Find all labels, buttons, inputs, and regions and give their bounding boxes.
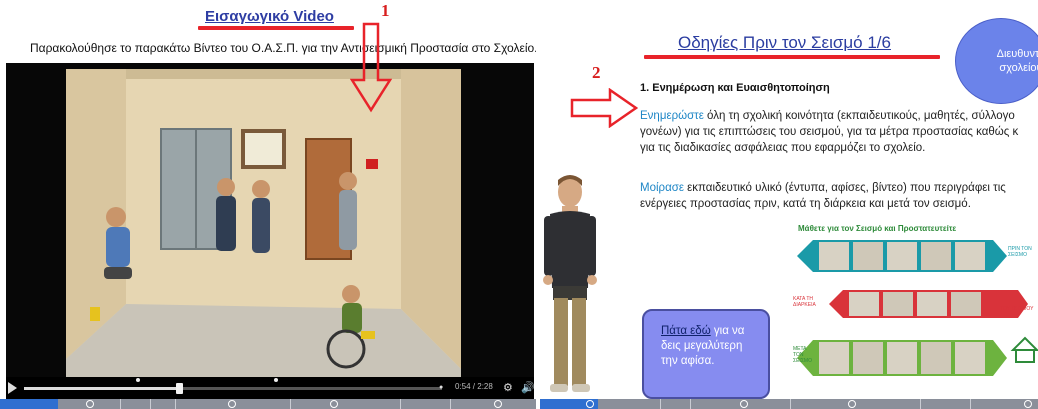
poster-label-during-2: ΤΟΥ ΣΕΙΣΜΟΥ (1000, 306, 1034, 312)
gear-icon[interactable]: ⚙ (503, 381, 513, 394)
timeline-tick (175, 399, 176, 409)
intro-video-slide: Εισαγωγικό Video 1 Παρακολούθησε το παρα… (0, 0, 536, 409)
poster-label-during: ΚΑΤΑ ΤΗ ΔΙΑΡΚΕΙΑ (793, 296, 816, 308)
player-controls: ● 0:54 / 2:28 ⚙ 🔊 (6, 377, 535, 399)
timeline-tick (400, 399, 401, 409)
timeline-tick (690, 399, 691, 409)
instructions-slide: Οδηγίες Πριν τον Σεισμό 1/6 Διευθυντή σχ… (540, 0, 1038, 409)
poster-link-text: Πάτα εδώ για να δεις μεγαλύτερη την αφίσ… (661, 325, 745, 367)
timeline-tick (290, 399, 291, 409)
timeline-marker[interactable] (86, 400, 94, 408)
timeline-tick (920, 399, 921, 409)
poster-link[interactable]: Πάτα εδώ (661, 325, 711, 337)
poster-label-before: ΠΡΙΝ ΤΟΝ ΣΕΙΣΜΟ (1008, 246, 1032, 258)
timeline-marker[interactable] (1024, 400, 1032, 408)
video-time: 0:54 / 2:28 (455, 382, 493, 391)
instructions-title: Οδηγίες Πριν τον Σεισμό 1/6 (678, 33, 891, 52)
title-underline (644, 55, 940, 59)
paragraph-inform: Ενημερώστε όλη τη σχολική κοινότητα (εκπ… (640, 110, 1019, 154)
chapter-marker[interactable] (136, 378, 140, 382)
avatar (543, 175, 597, 392)
distribute-keyword: Μοίρασε (640, 182, 684, 194)
annotation-number-2: 2 (592, 63, 601, 82)
timeline-tick (120, 399, 121, 409)
timeline-marker[interactable] (330, 400, 338, 408)
school-corridor-illustration (66, 69, 461, 381)
play-icon[interactable] (8, 382, 17, 394)
timeline-marker[interactable] (740, 400, 748, 408)
timeline-tick (660, 399, 661, 409)
inform-keyword: Ενημερώστε (640, 110, 704, 122)
video-instruction: Παρακολούθησε το παρακάτω Βίντεο του Ο.Α… (30, 41, 536, 55)
down-arrow-icon (350, 22, 392, 113)
progress-handle[interactable] (175, 383, 183, 394)
timeline-marker[interactable] (586, 400, 594, 408)
poster-label-after: ΜΕΤΑ ΤΟΝ ΣΕΙΣΜΟ (793, 346, 812, 364)
chapter-marker[interactable] (274, 378, 278, 382)
speaker-icon[interactable]: 🔊 (521, 381, 535, 394)
poster-title: Μάθετε για τον Σεισμό και Προστατευτείτε (798, 224, 957, 233)
progress-bar[interactable] (24, 378, 442, 394)
video-player[interactable]: ● 0:54 / 2:28 ⚙ 🔊 (6, 63, 535, 399)
right-arrow-icon (570, 88, 638, 128)
slide-timeline[interactable] (540, 399, 1038, 409)
slide-timeline[interactable] (0, 399, 536, 409)
annotation-number-1: 1 (381, 1, 390, 20)
chapter-dot-icon: ● (439, 384, 444, 391)
timeline-progress (0, 399, 58, 409)
timeline-tick (150, 399, 151, 409)
section-heading: 1. Ενημέρωση και Ευαισθητοποίηση (640, 82, 830, 94)
timeline-tick (970, 399, 971, 409)
video-section-title: Εισαγωγικό Video (205, 8, 334, 25)
video-frame[interactable] (66, 69, 461, 381)
timeline-tick (450, 399, 451, 409)
title-underline (198, 26, 354, 30)
timeline-marker[interactable] (494, 400, 502, 408)
timeline-marker[interactable] (848, 400, 856, 408)
principal-label: Διευθυντή σχολείου (996, 48, 1038, 74)
progress-fill (24, 387, 179, 390)
paragraph-distribute: Μοίρασε εκπαιδευτικό υλικό (έντυπα, αφίσ… (640, 182, 1006, 210)
timeline-tick (790, 399, 791, 409)
timeline-marker[interactable] (228, 400, 236, 408)
